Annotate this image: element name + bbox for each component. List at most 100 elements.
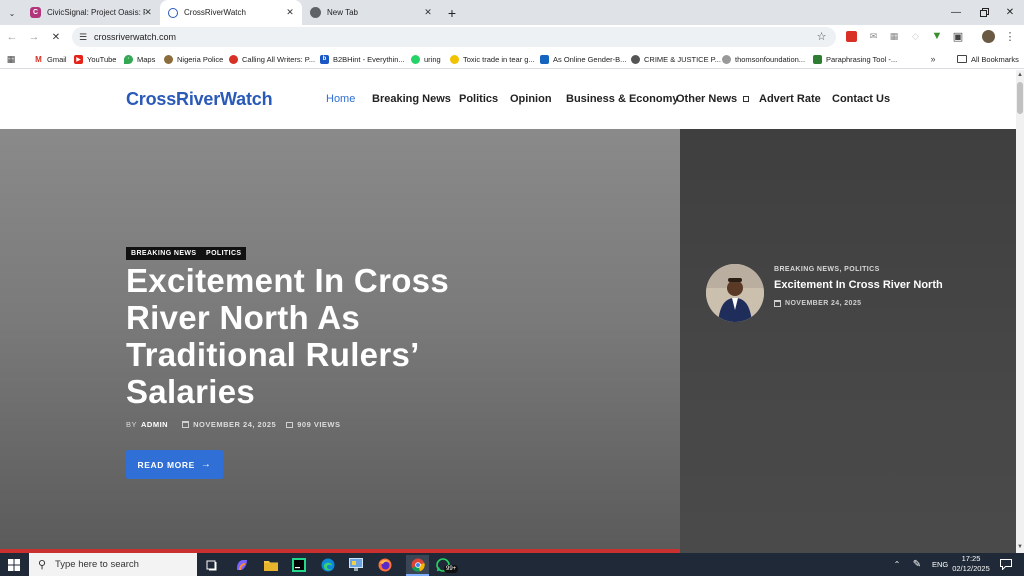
tab-close-icon[interactable]: ✕	[142, 6, 154, 18]
thomson-icon	[722, 54, 731, 64]
stop-loading-icon[interactable]: ✕	[50, 31, 62, 43]
chrome-icon[interactable]	[406, 555, 429, 574]
scroll-up-arrow-icon[interactable]: ▲	[1017, 72, 1023, 78]
nav-politics[interactable]: Politics	[459, 93, 498, 105]
bookmark-star-icon[interactable]: ☆	[815, 30, 828, 43]
calendar-icon	[774, 300, 781, 307]
edge-icon[interactable]	[320, 557, 335, 572]
tab-close-icon[interactable]: ✕	[422, 6, 434, 18]
bookmark-crime-justice[interactable]: CRIME & JUSTICE P...	[631, 52, 721, 66]
tab-new-tab[interactable]: New Tab ✕	[302, 0, 440, 25]
bookmark-thomson[interactable]: thomsonfoundation...	[722, 52, 805, 66]
calendar-icon	[182, 421, 190, 428]
mail-extension-icon[interactable]: ✉	[868, 31, 879, 42]
tab-search-chevron-icon[interactable]: ⌄	[6, 7, 18, 19]
bookmark-toxic-trade[interactable]: Toxic trade in tear g...	[450, 52, 535, 66]
address-bar[interactable]: ☰ crossriverwatch.com ☆	[72, 27, 836, 47]
nav-opinion[interactable]: Opinion	[510, 93, 552, 105]
gender-article-icon	[540, 54, 549, 64]
url-text: crossriverwatch.com	[94, 32, 177, 42]
windows-start-icon[interactable]	[7, 558, 20, 571]
language-indicator[interactable]: ENG	[932, 560, 948, 569]
tab-close-icon[interactable]: ✕	[284, 6, 296, 18]
pycharm-icon[interactable]	[291, 557, 306, 572]
toxic-trade-icon	[450, 54, 459, 64]
bookmark-gmail[interactable]: M Gmail	[34, 52, 67, 66]
browser-menu-icon[interactable]: ⋮	[1005, 30, 1016, 43]
grid-extension-icon[interactable]: ▦	[888, 31, 900, 42]
hero-headline[interactable]: Excitement In Cross River North As Tradi…	[126, 262, 486, 410]
by-label: BY	[126, 420, 138, 429]
notifications-icon[interactable]	[999, 558, 1012, 571]
extensions-puzzle-icon[interactable]: ▣	[952, 30, 964, 43]
firefox-icon[interactable]	[377, 557, 392, 572]
all-bookmarks-button[interactable]: All Bookmarks	[957, 52, 1019, 66]
nav-breaking-news[interactable]: Breaking News	[372, 93, 451, 105]
file-explorer-icon[interactable]	[263, 557, 278, 572]
category-badge-breaking-news[interactable]: BREAKING NEWS	[126, 247, 202, 260]
category-badge-politics[interactable]: POLITICS	[201, 247, 247, 260]
post-meta: BY ADMIN NOVEMBER 24, 2025 909 VIEWS	[126, 420, 341, 429]
gmail-icon: M	[34, 54, 43, 64]
bookmark-maps[interactable]: · Maps	[124, 52, 155, 66]
pen-network-icon[interactable]: ✎	[910, 558, 924, 571]
nav-other-news[interactable]: Other News	[676, 93, 750, 105]
bookmarks-bar: ▦ M Gmail ▶ YouTube · Maps Nigeria Police C…	[0, 49, 1024, 69]
nav-advert-rate[interactable]: Advert Rate	[759, 93, 821, 105]
tab-civicsignal[interactable]: C CivicSignal: Project Oasis: Proje ✕	[22, 0, 160, 25]
new-tab-plus-icon[interactable]: +	[444, 5, 460, 21]
scroll-down-arrow-icon[interactable]: ▼	[1017, 544, 1023, 550]
site-info-icon[interactable]: ☰	[76, 30, 90, 44]
whatsapp-icon	[411, 54, 420, 64]
scrollbar-thumb[interactable]	[1017, 82, 1023, 114]
taskbar-search-box[interactable]: ⚲ Type here to search	[29, 553, 197, 576]
system-clock[interactable]: 17:25 02/12/2025	[950, 554, 992, 574]
bookmark-b2bhint[interactable]: b B2BHint - Everythin...	[320, 52, 405, 66]
nav-business-economy[interactable]: Business & Economy	[566, 93, 678, 105]
read-more-button[interactable]: READ MORE →	[126, 450, 223, 479]
bookmark-online-gender[interactable]: As Online Gender-B...	[540, 52, 626, 66]
site-header: CrossRiverWatch Home Breaking News Polit…	[0, 70, 1016, 129]
bookmark-label: uring	[424, 54, 441, 64]
site-logo[interactable]: CrossRiverWatch	[126, 89, 273, 110]
bookmark-paraphrasing[interactable]: Paraphrasing Tool -...	[813, 52, 897, 66]
bookmark-youtube[interactable]: ▶ YouTube	[74, 52, 116, 66]
close-window-icon[interactable]: ✕	[1002, 5, 1018, 19]
maps-pin-icon: ·	[124, 54, 133, 64]
taskbar-search-placeholder: Type here to search	[55, 559, 139, 570]
back-arrow-icon[interactable]: ←	[6, 31, 18, 43]
post-thumbnail-image[interactable]	[706, 264, 764, 322]
sidebar-post-date: NOVEMBER 24, 2025	[785, 300, 862, 307]
page-scrollbar[interactable]: ▲ ▼	[1016, 70, 1024, 553]
copilot-icon[interactable]	[234, 557, 249, 572]
bookmark-label: B2BHint - Everythin...	[333, 54, 405, 64]
paraphrasing-icon	[813, 54, 822, 64]
bookmark-calling-writers[interactable]: Calling All Writers: P...	[229, 52, 315, 66]
control-panel-icon[interactable]	[348, 557, 363, 572]
extension-red-icon[interactable]	[846, 31, 857, 42]
nav-home[interactable]: Home	[326, 93, 355, 105]
bookmark-nigeria-police[interactable]: Nigeria Police	[164, 52, 223, 66]
bookmark-uring[interactable]: uring	[411, 52, 441, 66]
faded-extension-icon[interactable]: ◇	[910, 31, 921, 42]
show-hidden-icons-chevron-icon[interactable]: ⌃	[892, 558, 902, 570]
apps-grid-icon[interactable]: ▦	[6, 54, 16, 64]
author-link[interactable]: ADMIN	[141, 420, 168, 429]
restore-icon[interactable]	[976, 5, 992, 19]
tab-crossriverwatch[interactable]: CrossRiverWatch ✕	[160, 0, 302, 25]
task-view-icon[interactable]	[204, 557, 219, 572]
download-extension-icon[interactable]: ▼	[931, 30, 943, 42]
tab-title: New Tab	[327, 8, 358, 17]
hero-slide: BREAKING NEWS POLITICS Excitement In Cro…	[0, 129, 680, 553]
sidebar-post-title[interactable]: Excitement In Cross River North	[774, 279, 943, 291]
sidebar-post-categories[interactable]: BREAKING NEWS, POLITICS	[774, 266, 880, 273]
post-date: NOVEMBER 24, 2025	[193, 420, 277, 429]
bookmark-label: As Online Gender-B...	[553, 54, 627, 64]
civicsignal-favicon-icon: C	[30, 7, 41, 18]
browser-tab-strip: ⌄ C CivicSignal: Project Oasis: Proje ✕ …	[0, 0, 1024, 25]
profile-avatar-icon[interactable]	[982, 30, 995, 43]
more-bookmarks-chevron-icon[interactable]: »	[928, 53, 938, 65]
minimize-icon[interactable]: —	[948, 5, 964, 19]
forward-arrow-icon[interactable]: →	[28, 31, 40, 43]
nav-contact-us[interactable]: Contact Us	[832, 93, 890, 105]
